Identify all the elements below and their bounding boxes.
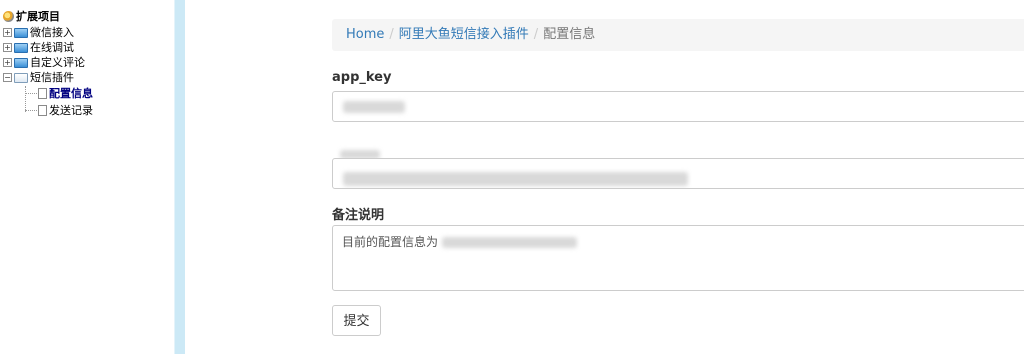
expand-icon[interactable]: + — [3, 43, 12, 52]
tree-child-label: 发送记录 — [49, 104, 93, 117]
breadcrumb-separator: / — [389, 27, 394, 42]
collapse-icon[interactable]: − — [3, 73, 12, 82]
app-root: 扩展项目 + 微信接入 + 在线调试 + 自定义评论 − 短信插件 配置信息 发… — [0, 0, 1024, 354]
remark-label: 备注说明 — [332, 208, 385, 223]
tree-item-custom-comment[interactable]: + 自定义评论 — [3, 55, 85, 70]
folder-icon — [14, 27, 28, 38]
tree-item-label: 在线调试 — [30, 41, 74, 54]
redacted-value — [343, 171, 688, 186]
tree-child-label: 配置信息 — [49, 87, 93, 100]
tree-item-online-debug[interactable]: + 在线调试 — [3, 40, 74, 55]
secret-input[interactable] — [332, 158, 1024, 189]
tree-root[interactable]: 扩展项目 — [3, 9, 60, 24]
tree-connector — [25, 93, 37, 94]
redacted-value — [343, 100, 405, 113]
breadcrumb-separator: / — [533, 27, 539, 42]
remark-textarea[interactable]: 目前的配置信息为 — [332, 225, 1024, 291]
tree-child-send-log[interactable]: 发送记录 — [25, 103, 93, 118]
tree-connector — [25, 110, 37, 111]
submit-button[interactable]: 提交 — [332, 305, 381, 336]
folder-icon — [14, 57, 28, 68]
root-node-icon — [3, 11, 14, 22]
tree-panel: 扩展项目 + 微信接入 + 在线调试 + 自定义评论 − 短信插件 配置信息 发… — [0, 0, 174, 354]
tree-child-config[interactable]: 配置信息 — [25, 86, 93, 101]
remark-text: 目前的配置信息为 — [342, 235, 439, 249]
expand-icon[interactable]: + — [3, 28, 12, 37]
document-icon — [38, 88, 47, 99]
breadcrumb: Home / 阿里大鱼短信接入插件 / 配置信息 — [332, 19, 1024, 51]
breadcrumb-current: 配置信息 — [543, 27, 596, 42]
breadcrumb-home-link[interactable]: Home — [346, 27, 384, 42]
app-key-label: app_key — [332, 70, 392, 85]
app-key-input[interactable] — [332, 91, 1024, 122]
breadcrumb-plugin-link[interactable]: 阿里大鱼短信接入插件 — [399, 27, 529, 42]
tree-item-label: 自定义评论 — [30, 56, 85, 69]
main-content: Home / 阿里大鱼短信接入插件 / 配置信息 app_key 备注说明 目前的配置信… — [185, 0, 1024, 354]
folder-icon — [14, 42, 28, 53]
document-icon — [38, 105, 47, 116]
expand-icon[interactable]: + — [3, 58, 12, 67]
tree-item-label: 微信接入 — [30, 26, 74, 39]
tree-item-sms-plugin[interactable]: − 短信插件 — [3, 70, 74, 85]
tree-item-label: 短信插件 — [30, 71, 74, 84]
tree-item-wechat[interactable]: + 微信接入 — [3, 25, 74, 40]
tree-root-label: 扩展项目 — [16, 10, 60, 23]
open-folder-icon — [14, 72, 28, 83]
redacted-value — [441, 237, 577, 248]
